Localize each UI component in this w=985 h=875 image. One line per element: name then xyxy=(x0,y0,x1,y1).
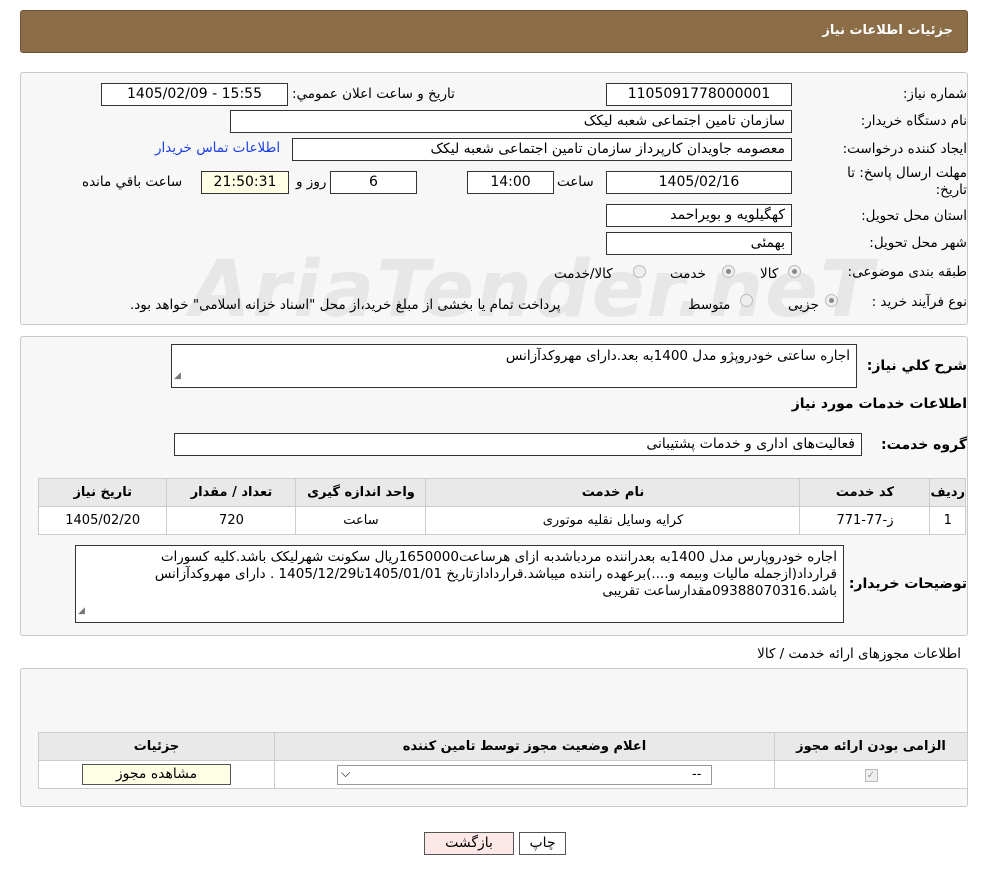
buyer-org-label: نام دستگاه خریدار: xyxy=(860,113,967,129)
deadline-date-field: 1405/02/16 xyxy=(606,171,792,194)
announce-label: تاریخ و ساعت اعلان عمومي: xyxy=(292,86,455,102)
category-option-goods: کالا xyxy=(760,266,779,282)
cell-name: کرایه وسایل نقلیه موتوری xyxy=(425,506,801,535)
permits-title: اطلاعات مجوزهای ارائه خدمت / کالا xyxy=(757,646,961,662)
category-radio-goods[interactable] xyxy=(788,265,801,278)
col-row: ردیف xyxy=(929,478,966,507)
province-field: کهگیلویه و بویراحمد xyxy=(606,204,792,227)
summary-label: شرح کلي نیاز: xyxy=(866,358,967,374)
permits-table-header: الزامی بودن ارائه مجوز اعلام وضعیت مجوز … xyxy=(38,732,968,761)
city-label: شهر محل تحویل: xyxy=(869,235,967,251)
process-option-medium: متوسط xyxy=(688,297,731,313)
group-field: فعالیت‌های اداری و خدمات پشتیبانی xyxy=(174,433,862,456)
services-table-header: ردیف کد خدمت نام خدمت واحد اندازه گیری ت… xyxy=(37,478,966,507)
col-permit-required: الزامی بودن ارائه مجوز xyxy=(774,732,968,761)
print-button[interactable]: چاپ xyxy=(519,832,566,855)
col-code: کد خدمت xyxy=(799,478,931,507)
need-number-label: شماره نیاز: xyxy=(902,86,967,102)
col-qty: تعداد / مقدار xyxy=(166,478,297,507)
watermark: AriaTender.neT xyxy=(190,245,876,335)
creator-label: ایجاد کننده درخواست: xyxy=(842,141,967,157)
page-header: جزئیات اطلاعات نیاز xyxy=(20,10,968,53)
permit-details-cell: مشاهده مجوز xyxy=(38,760,275,789)
col-date: تاریخ نیاز xyxy=(37,478,168,507)
table-row: 1 ز-77-771 کرایه وسایل نقلیه موتوری ساعت… xyxy=(37,506,966,535)
buyer-contact-link[interactable]: اطلاعات تماس خریدار xyxy=(155,140,280,156)
remaining-time-field: 21:50:31 xyxy=(201,171,289,194)
summary-text: اجاره ساعتی خودروپژو مدل 1400به بعد.دارا… xyxy=(505,348,850,364)
process-label: نوع فرآیند خرید : xyxy=(871,294,967,310)
cell-date: 1405/02/20 xyxy=(37,506,168,535)
summary-field: اجاره ساعتی خودروپژو مدل 1400به بعد.دارا… xyxy=(171,344,857,388)
permits-table: الزامی بودن ارائه مجوز اعلام وضعیت مجوز … xyxy=(38,732,968,789)
cell-code: ز-77-771 xyxy=(799,506,931,535)
creator-field: معصومه جاویدان کارپرداز سازمان تامین اجت… xyxy=(292,138,792,161)
cell-qty: 720 xyxy=(166,506,297,535)
deadline-time-label: ساعت xyxy=(557,174,594,190)
buyer-notes-field: اجاره خودروپارس مدل 1400به بعدراننده مرد… xyxy=(75,545,844,623)
process-radio-minor[interactable] xyxy=(825,294,838,307)
chevron-down-icon: ⌵ xyxy=(341,765,351,780)
cell-unit: ساعت xyxy=(295,506,427,535)
services-title: اطلاعات خدمات مورد نیاز xyxy=(791,396,967,412)
process-option-minor: جزیی xyxy=(788,297,819,313)
permit-status-cell: -- ⌵ xyxy=(274,760,775,789)
cell-row: 1 xyxy=(929,506,966,535)
checkbox-checked-icon[interactable]: ✓ xyxy=(864,769,878,782)
buyer-notes-text: اجاره خودروپارس مدل 1400به بعدراننده مرد… xyxy=(154,549,837,599)
announce-field: 1405/02/09 - 15:55 xyxy=(101,83,288,106)
resize-grip-icon: ◢ xyxy=(78,606,85,616)
category-label: طبقه بندی موضوعی: xyxy=(847,264,967,280)
col-permit-details: جزئیات xyxy=(38,732,275,761)
view-permit-button[interactable]: مشاهده مجوز xyxy=(82,764,231,785)
permit-status-select[interactable]: -- ⌵ xyxy=(337,764,712,785)
table-row: ✓ -- ⌵ مشاهده مجوز xyxy=(38,760,968,789)
category-option-service: خدمت xyxy=(670,266,706,282)
remaining-label: ساعت باقي مانده xyxy=(82,174,183,190)
back-button[interactable]: بازگشت xyxy=(424,832,514,855)
process-note: پرداخت تمام یا بخشی از مبلغ خرید،از محل … xyxy=(130,297,561,313)
category-radio-service[interactable] xyxy=(722,265,735,278)
page-title: جزئیات اطلاعات نیاز xyxy=(822,23,953,38)
col-name: نام خدمت xyxy=(425,478,801,507)
category-option-both: کالا/خدمت xyxy=(554,266,613,282)
services-table: ردیف کد خدمت نام خدمت واحد اندازه گیری ت… xyxy=(37,478,966,535)
city-field: بهمئی xyxy=(606,232,792,255)
buyer-notes-label: توضیحات خریدار: xyxy=(848,576,967,592)
deadline-label: مهلت ارسال پاسخ: تا تاریخ: xyxy=(847,165,967,198)
days-label: روز و xyxy=(296,174,327,190)
process-radio-medium[interactable] xyxy=(740,294,753,307)
group-label: گروه خدمت: xyxy=(881,437,967,453)
need-number-field: 1105091778000001 xyxy=(606,83,792,106)
col-unit: واحد اندازه گیری xyxy=(295,478,427,507)
category-radio-both[interactable] xyxy=(633,265,646,278)
permit-status-value: -- xyxy=(692,766,702,782)
days-field: 6 xyxy=(330,171,417,194)
deadline-time-field: 14:00 xyxy=(467,171,554,194)
col-permit-status: اعلام وضعیت مجوز توسط تامین کننده xyxy=(274,732,775,761)
permit-required-cell: ✓ xyxy=(774,760,968,789)
resize-grip-icon: ◢ xyxy=(174,371,181,381)
province-label: استان محل تحویل: xyxy=(861,208,967,224)
buyer-org-field: سازمان تامین اجتماعی شعبه لیکک xyxy=(230,110,792,133)
